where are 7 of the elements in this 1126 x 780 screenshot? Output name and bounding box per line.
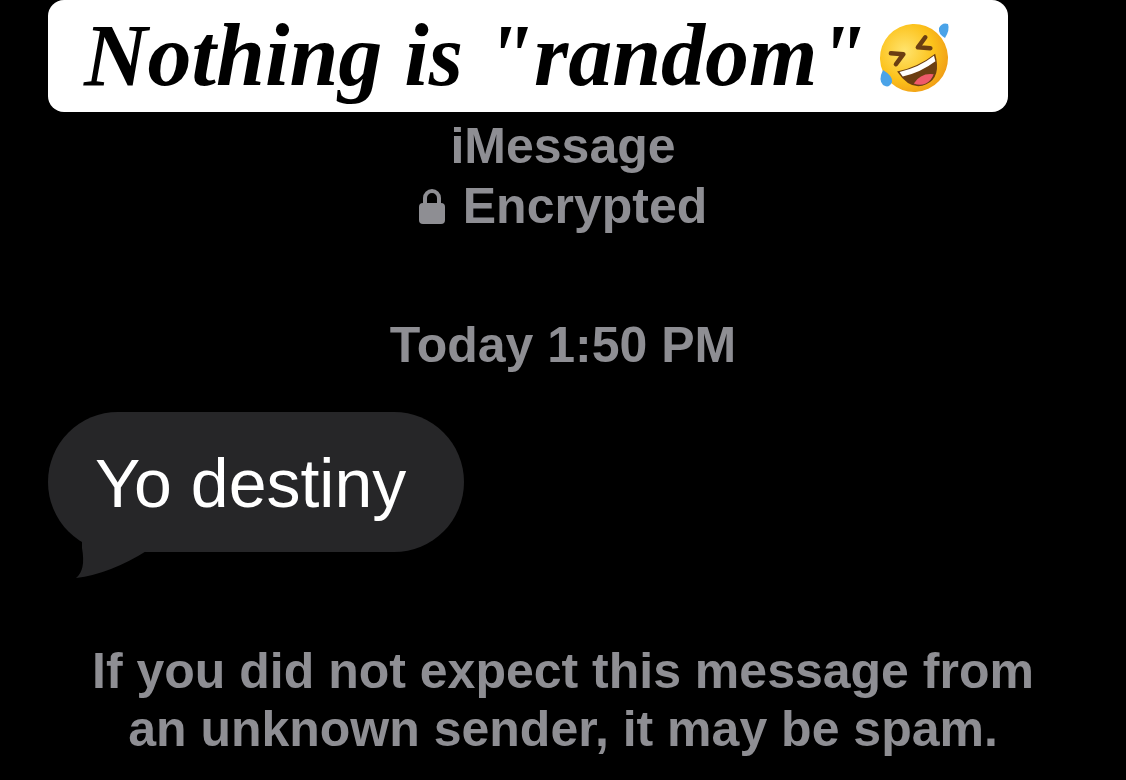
encryption-label: Encrypted [462, 177, 708, 236]
lock-icon [418, 188, 445, 224]
message-bubble: Yo destiny [48, 412, 465, 578]
spam-warning-text: If you did not expect this message from an unknown sender, it may be spam. [91, 642, 1035, 758]
caption-text: Nothing is "random" [82, 6, 868, 106]
timestamp: Today 1:50 PM [389, 317, 737, 373]
service-label: iMessage [450, 117, 676, 176]
